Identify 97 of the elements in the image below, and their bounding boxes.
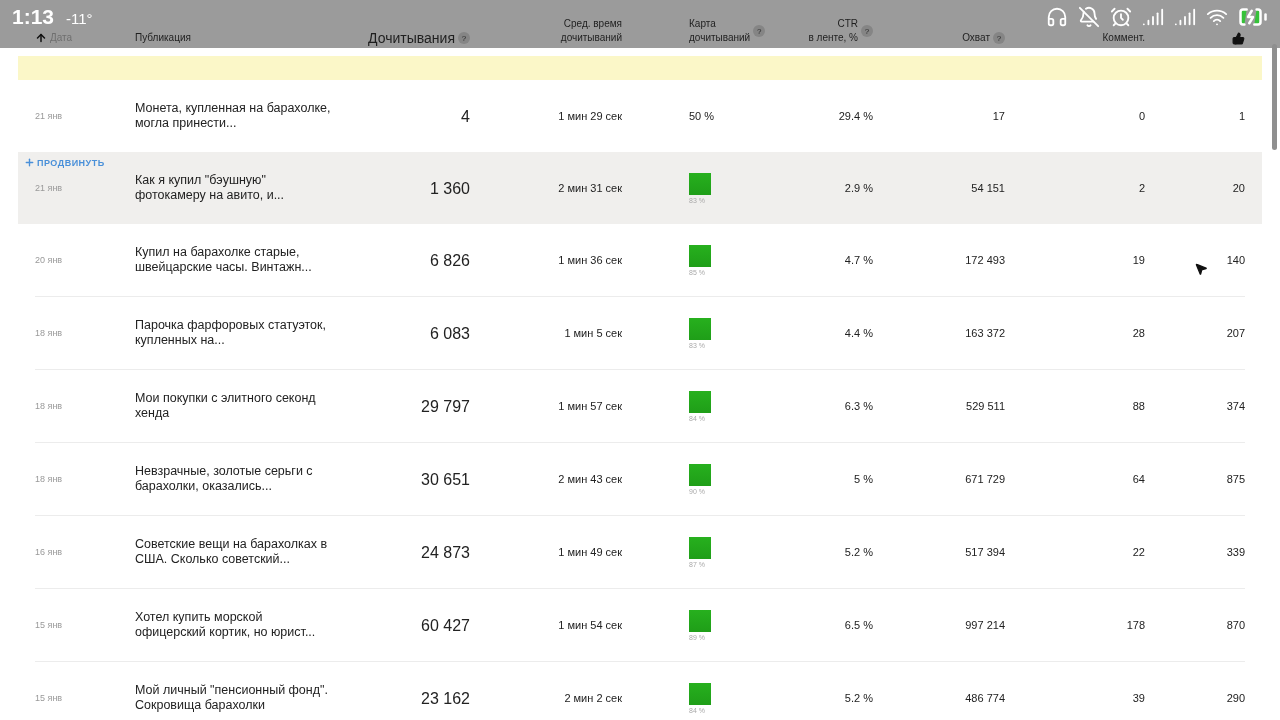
clock-time: 1:13 <box>12 5 55 29</box>
signal-icon <box>1142 6 1164 28</box>
column-header[interactable]: Сред. время дочитываний <box>560 17 622 45</box>
ctr-cell: 6.5 % <box>844 617 873 633</box>
reads-cell: 1 360 <box>429 180 470 196</box>
help-icon[interactable]: ? <box>458 32 470 44</box>
ctr-cell: 5.2 % <box>844 544 873 560</box>
reads-cell: 29 797 <box>421 398 470 414</box>
time-cell: 2 мин 31 сек <box>558 180 622 196</box>
column-header[interactable]: Охват <box>962 31 990 45</box>
likes-cell: 875 <box>1226 471 1245 487</box>
reads-cell: 6 826 <box>429 252 470 268</box>
date-cell-text: 18 янв <box>35 399 63 413</box>
reads-cell: 4 <box>461 108 470 124</box>
publication-title[interactable]: Как я купил "бэушную" фотокамеру на авито, и... <box>135 173 335 203</box>
reads-cell: 23 162 <box>421 690 470 706</box>
comments-cell: 0 <box>1138 108 1145 124</box>
publication-title[interactable]: Советские вещи на барахолках в США. Сколько советский... <box>135 537 335 567</box>
time-cell: 1 мин 49 сек <box>558 544 622 560</box>
time-cell: 1 мин 5 сек <box>564 325 622 341</box>
publication-title[interactable]: Купил на барахолке старые, швейцарские часы. Винтажн... <box>135 245 335 275</box>
time-cell: 1 мин 29 сек <box>558 108 622 124</box>
column-header[interactable]: Карта дочитываний <box>689 17 751 45</box>
time-cell: 1 мин 54 сек <box>558 617 622 633</box>
help-icon[interactable]: ? <box>861 25 873 37</box>
ctr-cell: 6.3 % <box>844 398 873 414</box>
date-cell-text: 18 янв <box>35 326 63 340</box>
publication-title[interactable]: Парочка фарфоровых статуэток, купленных на... <box>135 318 335 348</box>
publication-title[interactable]: Невзрачные, золотые серьги с барахолки, оказались... <box>135 464 335 494</box>
date-cell-text: 20 янв <box>35 253 63 267</box>
likes-cell: 374 <box>1226 398 1245 414</box>
reach-cell: 671 729 <box>965 471 1005 487</box>
thumbs-up-icon <box>1232 32 1245 45</box>
reads-cell: 30 651 <box>421 471 470 487</box>
reads-cell: 60 427 <box>421 617 470 633</box>
time-cell: 1 мин 57 сек <box>558 398 622 414</box>
reach-cell: 54 151 <box>971 180 1005 196</box>
reach-cell: 172 493 <box>965 252 1005 268</box>
reach-cell: 17 <box>992 108 1005 124</box>
ctr-cell: 5.2 % <box>844 690 873 706</box>
likes-cell: 339 <box>1226 544 1245 560</box>
ctr-cell: 4.7 % <box>844 252 873 268</box>
reach-cell: 517 394 <box>965 544 1005 560</box>
likes-cell: 207 <box>1226 325 1245 341</box>
time-cell: 2 мин 43 сек <box>558 471 622 487</box>
ctr-cell: 2.9 % <box>844 180 873 196</box>
date-cell-text: 15 янв <box>35 618 63 632</box>
scrollbar[interactable] <box>1272 44 1277 150</box>
date-cell-text: 21 янв <box>35 109 63 123</box>
sort-arrow-icon[interactable] <box>35 32 47 44</box>
publication-title[interactable]: Хотел купить морской офицерский кортик, но юрист... <box>135 610 335 640</box>
date-cell-text: 15 янв <box>35 691 63 705</box>
time-cell: 1 мин 36 сек <box>558 252 622 268</box>
time-cell: 2 мин 2 сек <box>564 690 622 706</box>
reach-cell: 529 511 <box>966 398 1005 414</box>
ctr-cell: 4.4 % <box>844 325 873 341</box>
comments-cell: 64 <box>1132 471 1145 487</box>
date-cell-text: 16 янв <box>35 545 63 559</box>
likes-cell: 1 <box>1238 108 1245 124</box>
reach-cell: 486 774 <box>965 690 1005 706</box>
headphones-icon <box>1046 6 1068 28</box>
likes-cell: 140 <box>1226 252 1245 268</box>
publication-title[interactable]: Монета, купленная на барахолке, могла принести... <box>135 101 335 131</box>
column-header[interactable]: Дочитывания <box>368 31 455 45</box>
publication-title[interactable]: Мои покупки с элитного секонд хенда <box>135 391 335 421</box>
help-icon[interactable]: ? <box>993 32 1005 44</box>
comments-cell: 28 <box>1132 325 1145 341</box>
comments-cell: 39 <box>1132 690 1145 706</box>
table-row[interactable]: 21 янв Монета, купленная на барахолке, могла принести... 4 1 мин 29 сек 50 % 29.4 % 17 0 1 <box>18 80 1262 152</box>
likes-cell: 290 <box>1226 690 1245 706</box>
bell-off-icon <box>1078 6 1100 28</box>
date-cell-text: 18 янв <box>35 472 63 486</box>
ctr-cell: 29.4 % <box>838 108 873 124</box>
publication-title[interactable]: Мой личный "пенсионный фонд". Сокровища барахолки <box>135 683 335 713</box>
mouse-pointer-icon <box>1194 262 1208 276</box>
alarm-clock-icon <box>1110 6 1132 28</box>
likes-cell: 20 <box>1232 180 1245 196</box>
date-cell-text: 21 янв <box>35 181 63 195</box>
plus-icon <box>24 157 35 168</box>
likes-cell: 870 <box>1226 617 1245 633</box>
column-header[interactable]: Коммент. <box>1102 31 1145 45</box>
column-header[interactable]: Публикация <box>135 31 191 45</box>
ctr-cell: 5 % <box>854 471 873 487</box>
signal-icon <box>1174 6 1196 28</box>
reads-cell: 24 873 <box>421 544 470 560</box>
reads-cell: 6 083 <box>429 325 470 341</box>
help-icon[interactable]: ? <box>753 25 766 37</box>
read-percent: 50 % <box>689 108 715 124</box>
comments-cell: 19 <box>1132 252 1145 268</box>
column-header[interactable]: CTR в ленте, % <box>808 17 858 45</box>
reach-cell: 997 214 <box>965 617 1005 633</box>
reach-cell: 163 372 <box>965 325 1005 341</box>
comments-cell: 2 <box>1138 180 1145 196</box>
comments-cell: 88 <box>1132 398 1145 414</box>
temperature: -11° <box>66 10 93 27</box>
comments-cell: 22 <box>1132 544 1145 560</box>
comments-cell: 178 <box>1126 617 1145 633</box>
